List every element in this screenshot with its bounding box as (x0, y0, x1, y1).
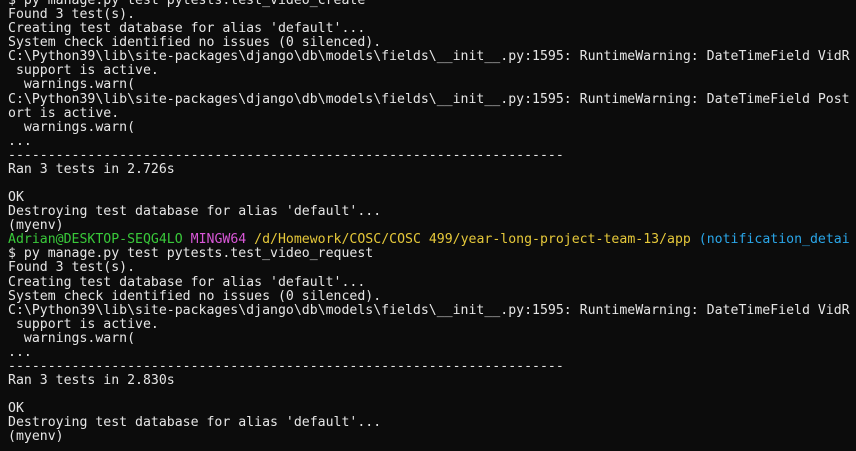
line-text (183, 232, 191, 247)
line-text (246, 232, 254, 247)
terminal-line: ----------------------------------------… (8, 147, 856, 163)
terminal-line: C:\Python39\lib\site-packages\django\db\… (8, 50, 856, 64)
line-text (365, 0, 691, 8)
line-text: OK (8, 401, 24, 417)
line-text: Ran 3 tests in 2.726s (8, 161, 175, 177)
prompt-user-host: Adrian@DESKTOP-SEQG4LO (8, 232, 183, 248)
terminal-line: OK (8, 402, 856, 416)
line-text: OK (8, 190, 24, 206)
terminal-line: Destroying test database for alias 'defa… (8, 205, 856, 219)
line-text: support is active. (8, 63, 159, 79)
terminal-line: warnings.warn( (8, 78, 856, 92)
line-text: Creating test database for alias 'defaul… (8, 21, 366, 37)
line-text: Destroying test database for alias 'defa… (8, 204, 382, 220)
line-text: (myenv) (8, 429, 64, 445)
line-text (691, 232, 699, 247)
prompt-shell-name: MINGW64 (190, 232, 247, 248)
terminal-line: Ran 3 tests in 2.830s (8, 374, 856, 388)
terminal-line: $ py manage.py test pytests.test_video_c… (8, 0, 856, 8)
prompt-path: /d/Homework/COSC/COSC 499/year-long-proj… (254, 232, 691, 248)
terminal-line: OK (8, 191, 856, 205)
terminal-line: (myenv) (8, 430, 856, 444)
terminal-line: warnings.warn( (8, 119, 856, 135)
line-text: Destroying test database for alias 'defa… (8, 415, 382, 431)
line-text: ... (8, 133, 32, 149)
terminal-line: ----------------------------------------… (8, 359, 856, 375)
terminal-line: Destroying test database for alias 'defa… (8, 416, 856, 430)
line-text: warnings.warn( (8, 119, 136, 135)
terminal-line: ... (8, 344, 856, 360)
terminal-window[interactable]: $ py manage.py test pytests.test_video_c… (0, 0, 856, 451)
line-text: Found 3 test(s). (8, 260, 136, 276)
line-text: ----------------------------------------… (8, 147, 564, 163)
terminal-line: Creating test database for alias 'defaul… (8, 274, 856, 290)
line-text: C:\Python39\lib\site-packages\django\db\… (8, 49, 850, 65)
line-text: Creating test database for alias 'defaul… (8, 274, 366, 290)
terminal-line: C:\Python39\lib\site-packages\django\db\… (8, 91, 856, 107)
line-text: C:\Python39\lib\site-packages\django\db\… (8, 302, 850, 318)
terminal-line: ort is active. (8, 105, 856, 121)
line-text: (myenv) (8, 218, 64, 234)
line-text: System check identified no issues (0 sil… (8, 288, 382, 304)
terminal-line: ... (8, 133, 856, 149)
line-text: warnings.warn( (8, 77, 136, 93)
terminal-output: $ py manage.py test pytests.test_video_c… (8, 0, 856, 445)
line-text: ----------------------------------------… (8, 359, 564, 375)
terminal-line: (myenv) (8, 219, 856, 233)
line-text: Found 3 test(s). (8, 7, 136, 23)
line-text: $ py manage.py test pytests.test_video_r… (8, 246, 374, 262)
terminal-line: support is active. (8, 316, 856, 332)
line-text: ... (8, 344, 32, 360)
line-text: support is active. (8, 316, 159, 332)
terminal-line: Ran 3 tests in 2.726s (8, 161, 856, 177)
terminal-line: warnings.warn( (8, 330, 856, 346)
terminal-line: C:\Python39\lib\site-packages\django\db\… (8, 302, 856, 318)
terminal-line: Adrian@DESKTOP-SEQG4LO MINGW64 /d/Homewo… (8, 233, 856, 247)
terminal-line: System check identified no issues (0 sil… (8, 288, 856, 304)
terminal-line: Found 3 test(s). (8, 261, 856, 275)
line-text: C:\Python39\lib\site-packages\django\db\… (8, 91, 850, 107)
terminal-line: Found 3 test(s). (8, 8, 856, 22)
terminal-line: Creating test database for alias 'defaul… (8, 22, 856, 36)
line-text: ort is active. (8, 105, 120, 121)
line-text: Ran 3 tests in 2.830s (8, 373, 175, 389)
prompt-git-branch: (notification_detai (698, 232, 850, 248)
terminal-line: support is active. (8, 64, 856, 78)
line-text: warnings.warn( (8, 330, 136, 346)
terminal-line: System check identified no issues (0 sil… (8, 36, 856, 50)
line-text: System check identified no issues (0 sil… (8, 35, 382, 51)
terminal-line: $ py manage.py test pytests.test_video_r… (8, 247, 856, 261)
